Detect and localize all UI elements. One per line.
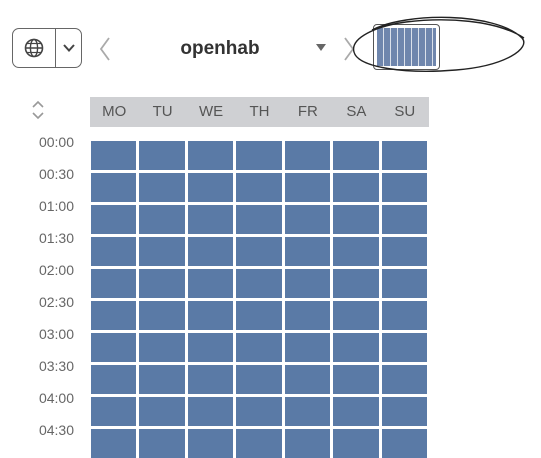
schedule-cell[interactable] <box>139 397 185 426</box>
schedule-cell[interactable] <box>187 397 234 426</box>
schedule-cell[interactable] <box>236 429 282 458</box>
schedule-cell[interactable] <box>381 141 427 170</box>
schedule-cell[interactable] <box>91 269 137 298</box>
time-label: 03:30 <box>38 358 74 374</box>
time-label: 02:00 <box>38 262 74 278</box>
language-dropdown-button[interactable] <box>56 29 81 67</box>
schedule-cell[interactable] <box>284 269 331 298</box>
schedule-cell[interactable] <box>91 205 137 234</box>
schedule-cell[interactable] <box>236 141 282 170</box>
schedule-cell[interactable] <box>139 141 185 170</box>
schedule-cell[interactable] <box>333 269 379 298</box>
schedule-cell[interactable] <box>187 429 234 458</box>
annotation-circle <box>353 16 525 72</box>
time-label: 01:00 <box>38 198 74 214</box>
schedule-cell[interactable] <box>333 333 379 362</box>
schedule-cell[interactable] <box>284 141 331 170</box>
day-label: SU <box>394 103 416 120</box>
caret-down-icon[interactable] <box>316 44 326 52</box>
schedule-cell[interactable] <box>139 333 185 362</box>
schedule-cell[interactable] <box>139 237 185 266</box>
schedule-cell[interactable] <box>381 333 427 362</box>
schedule-cell[interactable] <box>187 141 234 170</box>
device-name[interactable]: openhab <box>160 38 280 62</box>
schedule-cell[interactable] <box>333 205 379 234</box>
time-label: 02:30 <box>38 294 74 310</box>
schedule-cell[interactable] <box>139 269 185 298</box>
schedule-cell[interactable] <box>381 269 427 298</box>
time-label: 03:00 <box>38 326 74 342</box>
schedule-cell[interactable] <box>381 237 427 266</box>
schedule-cell[interactable] <box>284 333 331 362</box>
time-label: 00:30 <box>38 166 74 182</box>
schedule-cell[interactable] <box>187 365 234 394</box>
schedule-cell[interactable] <box>91 301 137 330</box>
schedule-cell[interactable] <box>187 301 234 330</box>
day-label: TU <box>152 103 173 120</box>
schedule-cell[interactable] <box>284 429 331 458</box>
chevron-down-icon <box>62 44 75 52</box>
schedule-cell[interactable] <box>381 429 427 458</box>
schedule-cell[interactable] <box>91 397 137 426</box>
day-label: WE <box>198 103 224 120</box>
schedule-cell[interactable] <box>381 397 427 426</box>
time-label: 04:00 <box>38 390 74 406</box>
schedule-cell[interactable] <box>333 301 379 330</box>
time-label: 04:30 <box>38 422 74 438</box>
language-selector[interactable] <box>12 28 82 68</box>
schedule-cell[interactable] <box>333 365 379 394</box>
schedule-cell[interactable] <box>139 429 185 458</box>
schedule-cell[interactable] <box>187 173 234 202</box>
schedule-cell[interactable] <box>91 141 137 170</box>
schedule-cell[interactable] <box>236 301 282 330</box>
schedule-cell[interactable] <box>381 205 427 234</box>
schedule-cell[interactable] <box>333 397 379 426</box>
schedule-cell[interactable] <box>284 365 331 394</box>
schedule-cell[interactable] <box>236 333 282 362</box>
globe-icon <box>24 38 44 58</box>
schedule-cell[interactable] <box>187 269 234 298</box>
schedule-cell[interactable] <box>381 173 427 202</box>
schedule-cell[interactable] <box>333 173 379 202</box>
schedule-grid[interactable] <box>90 141 429 458</box>
chevron-left-icon[interactable] <box>96 34 114 64</box>
schedule-cell[interactable] <box>91 365 137 394</box>
schedule-cell[interactable] <box>139 301 185 330</box>
schedule-cell[interactable] <box>91 173 137 202</box>
schedule-cell[interactable] <box>381 301 427 330</box>
schedule-cell[interactable] <box>139 173 185 202</box>
day-label: FR <box>297 103 318 120</box>
schedule-cell[interactable] <box>139 365 185 394</box>
schedule-cell[interactable] <box>187 205 234 234</box>
schedule-cell[interactable] <box>187 333 234 362</box>
schedule-cell[interactable] <box>284 301 331 330</box>
schedule-cell[interactable] <box>284 237 331 266</box>
schedule-cell[interactable] <box>91 429 137 458</box>
day-label: SA <box>346 103 367 120</box>
schedule-cell[interactable] <box>284 173 331 202</box>
sort-icon[interactable] <box>30 100 46 120</box>
schedule-cell[interactable] <box>236 205 282 234</box>
globe-button[interactable] <box>13 29 56 67</box>
time-label: 01:30 <box>38 230 74 246</box>
schedule-cell[interactable] <box>236 269 282 298</box>
schedule-cell[interactable] <box>333 237 379 266</box>
time-label: 00:00 <box>38 134 74 150</box>
day-label: TH <box>249 103 270 120</box>
schedule-cell[interactable] <box>333 141 379 170</box>
schedule-cell[interactable] <box>139 205 185 234</box>
schedule-cell[interactable] <box>284 205 331 234</box>
schedule-cell[interactable] <box>333 429 379 458</box>
schedule-cell[interactable] <box>284 397 331 426</box>
schedule-cell[interactable] <box>91 333 137 362</box>
schedule-cell[interactable] <box>236 173 282 202</box>
schedule-cell[interactable] <box>236 237 282 266</box>
schedule-cell[interactable] <box>187 237 234 266</box>
schedule-cell[interactable] <box>91 237 137 266</box>
day-label: MO <box>102 103 127 120</box>
day-header: MO TU WE TH FR SA SU <box>90 97 429 127</box>
schedule-cell[interactable] <box>236 365 282 394</box>
schedule-cell[interactable] <box>381 365 427 394</box>
schedule-cell[interactable] <box>236 397 282 426</box>
